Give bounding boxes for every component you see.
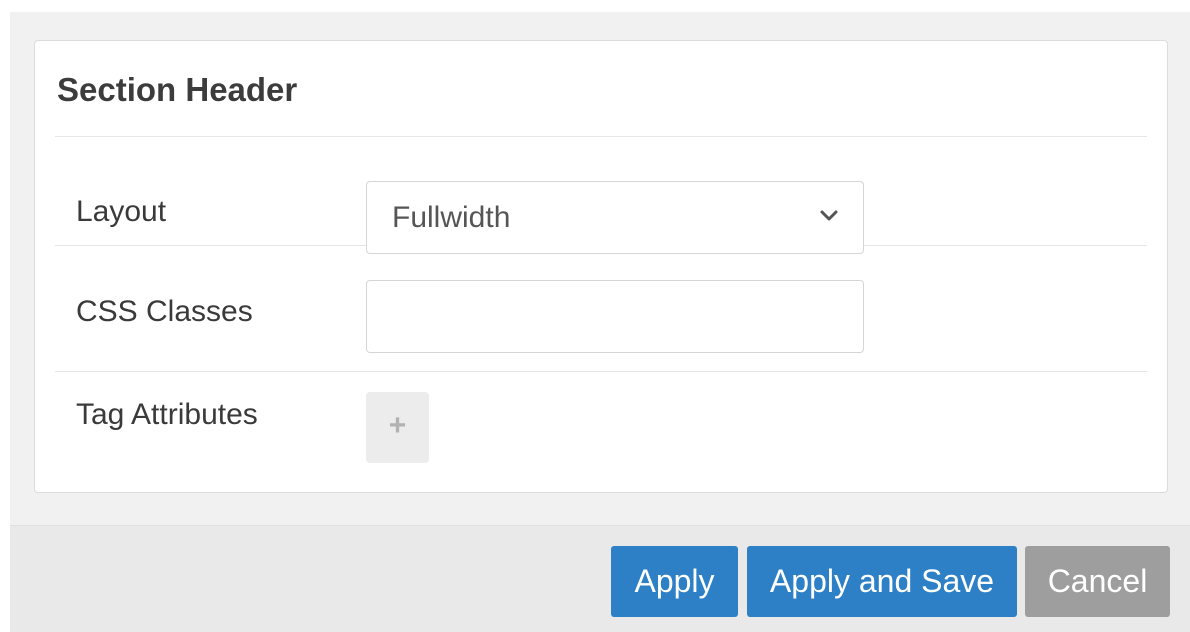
add-tag-attribute-button[interactable]: + [366, 392, 429, 463]
section-title: Section Header [57, 71, 298, 108]
layout-select-value: Fullwidth [392, 201, 511, 234]
layout-label: Layout [76, 195, 167, 228]
css-classes-row: CSS Classes [55, 269, 1147, 372]
dialog-footer: Apply Apply and Save Cancel [10, 526, 1190, 632]
plus-icon: + [388, 409, 407, 442]
section-panel: Section Header Layout Fullwidth CSS Clas… [34, 40, 1168, 493]
tag-attributes-row: Tag Attributes + [55, 372, 1147, 482]
tag-attributes-label: Tag Attributes [76, 398, 258, 431]
apply-and-save-button[interactable]: Apply and Save [747, 546, 1017, 617]
settings-dialog: Section Header Layout Fullwidth CSS Clas… [10, 12, 1190, 632]
css-classes-label: CSS Classes [76, 295, 253, 328]
css-classes-input[interactable] [366, 280, 864, 353]
cancel-button[interactable]: Cancel [1025, 546, 1170, 617]
layout-row: Layout Fullwidth [55, 143, 1147, 254]
layout-select[interactable]: Fullwidth [366, 181, 864, 254]
apply-button[interactable]: Apply [611, 546, 738, 617]
chevron-down-icon [820, 210, 838, 221]
title-divider [55, 136, 1147, 137]
